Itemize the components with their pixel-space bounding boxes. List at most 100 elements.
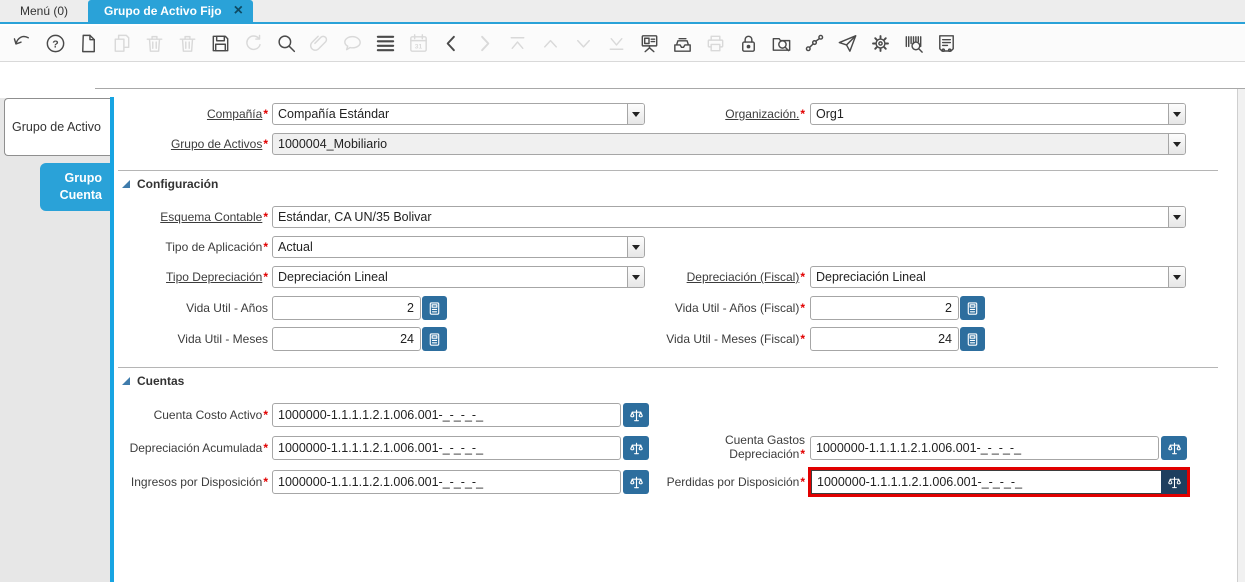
- grupo-activos-dropdown-button[interactable]: [1168, 134, 1185, 154]
- workflow-button[interactable]: [801, 31, 827, 57]
- copy-record-button: [108, 31, 134, 57]
- undo-button[interactable]: [9, 31, 35, 57]
- depreciacion-fiscal-label: Depreciación (Fiscal)*: [686, 270, 805, 284]
- tipo-depreciacion-input[interactable]: [273, 267, 627, 287]
- new-record-button[interactable]: [75, 31, 101, 57]
- esquema-contable-dropdown-button[interactable]: [1168, 207, 1185, 227]
- section-header-configuracion[interactable]: Configuración: [122, 177, 218, 191]
- app-window: Menú (0) Grupo de Activo Fijo × ? 31 Gru…: [0, 0, 1245, 582]
- calculator-icon: [427, 332, 442, 347]
- vertical-scrollbar[interactable]: [1237, 89, 1245, 582]
- depreciacion-fiscal-dropdown-button[interactable]: [1168, 267, 1185, 287]
- cuenta-gastos-depreciacion-account-button[interactable]: [1161, 436, 1187, 460]
- archive-button[interactable]: [669, 31, 695, 57]
- ingresos-disposicion-input[interactable]: [272, 470, 621, 494]
- vida-util-meses-input[interactable]: [272, 327, 421, 351]
- save-icon: [209, 32, 232, 55]
- tab-menu[interactable]: Menú (0): [0, 0, 88, 22]
- down-record-button: [570, 31, 596, 57]
- copy-record-icon: [110, 32, 133, 55]
- vida-util-anos-input[interactable]: [272, 296, 421, 320]
- depreciacion-acumulada-label: Depreciación Acumulada*: [129, 441, 268, 455]
- send-mail-button[interactable]: [834, 31, 860, 57]
- vida-util-anos-fiscal-input[interactable]: [810, 296, 959, 320]
- depreciacion-fiscal-combobox: [810, 266, 1186, 288]
- vida-util-meses-label: Vida Util - Meses: [177, 332, 268, 346]
- calculator-icon: [965, 332, 980, 347]
- delete-selection-icon: [176, 32, 199, 55]
- sidebar-tab-label: Grupo de Activo: [12, 119, 101, 134]
- organizacion-combobox: [810, 103, 1186, 125]
- sidebar-tab-label: Grupo Cuenta: [59, 171, 102, 202]
- product-info-button[interactable]: [900, 31, 926, 57]
- print-button: [702, 31, 728, 57]
- window-tab-bar: Menú (0) Grupo de Activo Fijo ×: [0, 0, 1245, 24]
- up-record-button: [537, 31, 563, 57]
- refresh-icon: [242, 32, 265, 55]
- cuenta-gastos-depreciacion-input[interactable]: [810, 436, 1159, 460]
- sidebar-tab-grupo-cuenta[interactable]: Grupo Cuenta: [40, 163, 110, 211]
- perdidas-disposicion-highlighted-field: [808, 467, 1190, 497]
- report-icon: [935, 32, 958, 55]
- close-tab-icon[interactable]: ×: [234, 3, 243, 19]
- sidebar-tab-grupo-de-activo[interactable]: Grupo de Activo: [4, 98, 110, 156]
- lock-button[interactable]: [735, 31, 761, 57]
- perdidas-disposicion-label: Perdidas por Disposición*: [666, 475, 805, 489]
- vida-util-anos-fiscal-calculator-button[interactable]: [960, 296, 985, 320]
- attachment-button: [306, 31, 332, 57]
- compania-input[interactable]: [273, 104, 627, 124]
- previous-record-button[interactable]: [438, 31, 464, 57]
- vida-util-meses-fiscal-calculator-button[interactable]: [960, 327, 985, 351]
- zoom-across-button[interactable]: [768, 31, 794, 57]
- section-header-cuentas[interactable]: Cuentas: [122, 374, 184, 388]
- vida-util-meses-fiscal-input[interactable]: [810, 327, 959, 351]
- esquema-contable-label: Esquema Contable*: [160, 210, 268, 224]
- depreciacion-acumulada-input[interactable]: [272, 436, 621, 460]
- preferences-button[interactable]: [867, 31, 893, 57]
- organizacion-dropdown-button[interactable]: [1168, 104, 1185, 124]
- toggle-grid-button[interactable]: [372, 31, 398, 57]
- report-button[interactable]: [933, 31, 959, 57]
- chevron-down-icon: [1173, 214, 1181, 220]
- detail-window-button[interactable]: [636, 31, 662, 57]
- grupo-activos-label: Grupo de Activos*: [170, 137, 268, 151]
- gear-icon: [869, 32, 892, 55]
- toggle-grid-icon: [374, 32, 397, 55]
- organizacion-input[interactable]: [811, 104, 1168, 124]
- vida-util-meses-calculator-button[interactable]: [422, 327, 447, 351]
- tab-menu-label: Menú (0): [20, 4, 69, 18]
- chevron-down-icon: [1173, 274, 1181, 280]
- section-title: Cuentas: [137, 374, 185, 388]
- tipo-aplicacion-dropdown-button[interactable]: [627, 237, 644, 257]
- scales-icon: [1167, 475, 1182, 490]
- save-button[interactable]: [207, 31, 233, 57]
- first-record-icon: [506, 32, 529, 55]
- new-record-icon: [77, 32, 100, 55]
- perdidas-disposicion-account-button[interactable]: [1161, 470, 1187, 494]
- vida-util-anos-calculator-button[interactable]: [422, 296, 447, 320]
- archive-icon: [671, 32, 694, 55]
- depreciacion-fiscal-input[interactable]: [811, 267, 1168, 287]
- toolbar: ? 31: [0, 26, 1245, 62]
- print-icon: [704, 32, 727, 55]
- grupo-activos-input[interactable]: [273, 134, 1168, 154]
- lock-icon: [737, 32, 760, 55]
- collapse-triangle-icon: [122, 377, 130, 385]
- help-button[interactable]: ?: [42, 31, 68, 57]
- find-button[interactable]: [273, 31, 299, 57]
- cuenta-costo-activo-label: Cuenta Costo Activo*: [153, 408, 268, 422]
- esquema-contable-input[interactable]: [273, 207, 1168, 227]
- perdidas-disposicion-input[interactable]: [811, 470, 1161, 494]
- last-record-button: [603, 31, 629, 57]
- tab-grupo-de-activo-fijo[interactable]: Grupo de Activo Fijo ×: [88, 0, 253, 22]
- svg-text:?: ?: [52, 38, 58, 50]
- chevron-down-icon: [1173, 141, 1181, 147]
- organizacion-label: Organización.*: [725, 107, 805, 121]
- cuenta-costo-activo-input[interactable]: [272, 403, 621, 427]
- detail-window-icon: [638, 32, 661, 55]
- depreciacion-acumulada-account-button[interactable]: [623, 436, 649, 460]
- cuenta-costo-activo-account-button[interactable]: [623, 403, 649, 427]
- tipo-depreciacion-combobox: [272, 266, 645, 288]
- tipo-aplicacion-input[interactable]: [273, 237, 627, 257]
- attachment-icon: [308, 32, 331, 55]
